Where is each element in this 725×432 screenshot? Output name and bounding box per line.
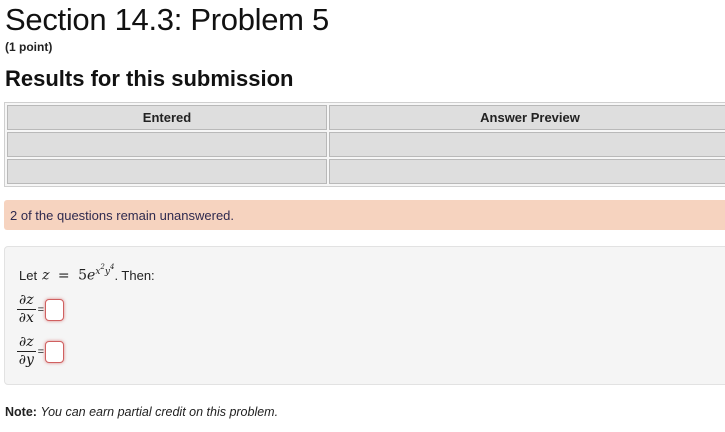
partial-x-row: ∂z ∂x = bbox=[17, 293, 65, 326]
table-row bbox=[7, 159, 725, 184]
entered-cell bbox=[7, 132, 327, 157]
partial-x-fraction: ∂z ∂x bbox=[17, 293, 36, 326]
problem-statement: Let z = 5ex2y4 . Then: bbox=[19, 263, 155, 284]
results-header-row: Entered Answer Preview bbox=[7, 105, 725, 130]
fraction-denominator: ∂y bbox=[18, 352, 34, 368]
equation-equals: = bbox=[57, 267, 70, 284]
unanswered-alert: 2 of the questions remain unanswered. bbox=[4, 200, 725, 230]
partial-y-fraction: ∂z ∂y bbox=[17, 335, 36, 368]
answer-preview-cell bbox=[329, 159, 725, 184]
equals-sign: = bbox=[37, 303, 45, 316]
problem-panel: Let z = 5ex2y4 . Then: ∂z ∂x = ∂z ∂y = bbox=[4, 246, 725, 385]
partial-x-answer-input[interactable] bbox=[45, 298, 65, 321]
page-title: Section 14.3: Problem 5 bbox=[5, 2, 329, 37]
column-header-entered: Entered bbox=[7, 105, 327, 130]
equals-sign: = bbox=[37, 345, 45, 358]
column-header-answer-preview: Answer Preview bbox=[329, 105, 725, 130]
note-text: You can earn partial credit on this prob… bbox=[40, 405, 279, 419]
results-heading: Results for this submission bbox=[5, 66, 294, 91]
partial-y-answer-input[interactable] bbox=[45, 340, 65, 363]
equation-lhs: z bbox=[42, 267, 50, 284]
note-label: Note: bbox=[5, 405, 37, 419]
partial-y-row: ∂z ∂y = bbox=[17, 335, 65, 368]
results-table: Entered Answer Preview bbox=[4, 102, 725, 187]
function-equation: z = 5ex2y4 bbox=[42, 263, 114, 284]
equation-coef: 5 bbox=[78, 267, 88, 284]
entered-cell bbox=[7, 159, 327, 184]
fraction-numerator: ∂z bbox=[17, 292, 36, 310]
table-row bbox=[7, 132, 725, 157]
fraction-denominator: ∂x bbox=[18, 310, 34, 326]
points-label: (1 point) bbox=[5, 40, 53, 54]
intro-suffix: . Then: bbox=[114, 267, 155, 283]
answer-preview-cell bbox=[329, 132, 725, 157]
fraction-numerator: ∂z bbox=[17, 334, 36, 352]
equation-exponent: x2y4 bbox=[95, 263, 114, 277]
intro-prefix: Let bbox=[19, 267, 38, 283]
partial-credit-note: Note: You can earn partial credit on thi… bbox=[5, 405, 278, 419]
